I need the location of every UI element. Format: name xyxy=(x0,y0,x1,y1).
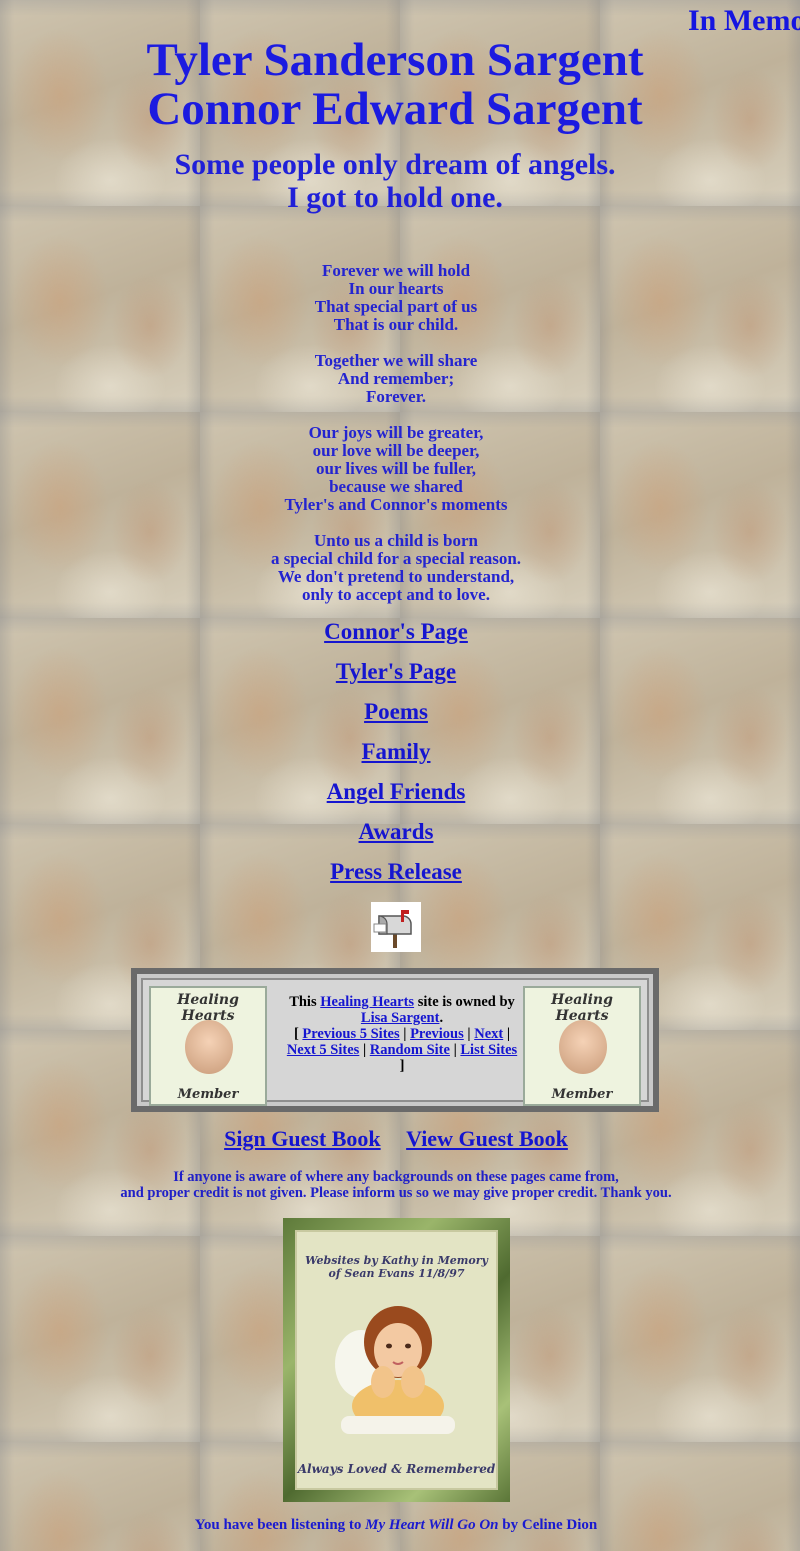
nav-link-family[interactable]: Family xyxy=(0,738,792,778)
ring-period: . xyxy=(439,1010,444,1026)
badge-member: Member xyxy=(177,1087,239,1102)
poem-line: because we shared xyxy=(329,477,463,496)
banner-caption-line-2: of Sean Evans 11/8/97 xyxy=(328,1267,465,1280)
banner-inner: Websites by Kathy in Memory of Sean Evan… xyxy=(295,1230,498,1490)
nav-link-angel-friends[interactable]: Angel Friends xyxy=(0,778,792,818)
ring-separator: | xyxy=(403,1026,407,1042)
ring-separator: | xyxy=(362,1042,367,1058)
nav-link-connors-page[interactable]: Connor's Page xyxy=(0,618,792,658)
poem-stanza: Together we will share And remember; For… xyxy=(0,352,792,406)
background-credit-notice: If anyone is aware of where any backgrou… xyxy=(0,1169,792,1201)
nav-link-tylers-page[interactable]: Tyler's Page xyxy=(0,658,792,698)
poem-line: a special child for a special reason. xyxy=(270,549,522,568)
poem-stanza: Forever we will hold In our hearts That … xyxy=(0,262,792,334)
view-guest-book-link[interactable]: View Guest Book xyxy=(406,1126,568,1151)
cherub-icon xyxy=(335,1306,455,1434)
poem-line: Unto us a child is born xyxy=(314,531,478,550)
ring-name-link[interactable]: Healing Hearts xyxy=(320,994,414,1010)
memorial-poem: Forever we will hold In our hearts That … xyxy=(0,262,792,622)
poem-line: And remember; xyxy=(337,369,455,388)
nav-link-poems[interactable]: Poems xyxy=(0,698,792,738)
ring-separator: | xyxy=(467,1026,471,1042)
healing-hearts-webring: Healing Hearts Member This Healing Heart… xyxy=(131,968,659,1112)
poem-stanza: Our joys will be greater, our love will … xyxy=(0,424,792,514)
nav-link-awards[interactable]: Awards xyxy=(0,818,792,858)
background-music-credit: You have been listening to My Heart Will… xyxy=(0,1517,792,1534)
sign-guest-book-link[interactable]: Sign Guest Book xyxy=(224,1126,381,1151)
ring-separator: | xyxy=(453,1042,457,1058)
guestbook-links: Sign Guest Book View Guest Book xyxy=(0,1126,792,1152)
poem-stanza: Unto us a child is born a special child … xyxy=(0,532,792,604)
song-title: My Heart Will Go On xyxy=(365,1517,499,1533)
motto-line-2: I got to hold one. xyxy=(287,181,503,214)
ring-prev-link[interactable]: Previous xyxy=(410,1026,464,1042)
badge-member: Member xyxy=(551,1087,613,1102)
poem-line: We don't pretend to understand, xyxy=(277,567,515,586)
healing-hearts-member-badge: Healing Hearts Member xyxy=(523,986,641,1106)
webring-panel: Healing Hearts Member This Healing Heart… xyxy=(141,978,649,1106)
webring-text: This Healing Hearts site is owned by Lis… xyxy=(275,994,529,1074)
credit-line-1: If anyone is aware of where any backgrou… xyxy=(173,1169,619,1185)
ring-text-owned: site is owned by xyxy=(417,994,515,1010)
websites-by-kathy-banner[interactable]: Websites by Kathy in Memory of Sean Evan… xyxy=(283,1218,510,1502)
poem-line: That special part of us xyxy=(314,297,478,316)
music-prefix: You have been listening to xyxy=(194,1517,362,1533)
ring-prev5-link[interactable]: Previous 5 Sites xyxy=(302,1026,399,1042)
banner-caption: Websites by Kathy in Memory of Sean Evan… xyxy=(297,1254,496,1280)
angel-motto: Some people only dream of angels. I got … xyxy=(0,148,790,214)
healing-hearts-member-badge: Healing Hearts Member xyxy=(149,986,267,1106)
ring-bracket-open: [ xyxy=(293,1026,299,1042)
mailbox-icon[interactable] xyxy=(371,902,421,952)
poem-line: That is our child. xyxy=(333,315,459,334)
baby-face-icon xyxy=(559,1020,607,1074)
name-connor: Connor Edward Sargent xyxy=(147,83,643,135)
ring-next-link[interactable]: Next xyxy=(474,1026,503,1042)
poem-line: In our hearts xyxy=(348,279,444,298)
marquee-text: In Memory xyxy=(688,4,800,37)
ring-random-link[interactable]: Random Site xyxy=(370,1042,450,1058)
banner-caption-line-1: Websites by Kathy in Memory xyxy=(305,1254,488,1267)
memorial-names: Tyler Sanderson Sargent Connor Edward Sa… xyxy=(0,36,790,134)
mailbox-graphic xyxy=(373,910,412,948)
poem-line: our lives will be fuller, xyxy=(315,459,477,478)
banner-footer: Always Loved & Remembered xyxy=(297,1462,496,1476)
nav-link-press-release[interactable]: Press Release xyxy=(0,858,792,898)
ring-bracket-close: ] xyxy=(399,1058,405,1074)
ring-separator: | xyxy=(506,1026,511,1042)
credit-line-2: and proper credit is not given. Please i… xyxy=(120,1185,672,1201)
baby-face-icon xyxy=(185,1020,233,1074)
music-artist: by Celine Dion xyxy=(502,1517,598,1533)
poem-line: Forever. xyxy=(366,387,426,406)
poem-line: our love will be deeper, xyxy=(312,441,480,460)
poem-line: only to accept and to love. xyxy=(302,585,490,604)
poem-line: Together we will share xyxy=(314,351,478,370)
ring-text-this: This xyxy=(289,994,317,1010)
ring-owner-link[interactable]: Lisa Sargent xyxy=(361,1010,440,1026)
name-tyler: Tyler Sanderson Sargent xyxy=(146,34,644,86)
poem-line: Our joys will be greater, xyxy=(308,423,484,442)
motto-line-1: Some people only dream of angels. xyxy=(174,148,616,181)
poem-line: Forever we will hold xyxy=(321,261,471,280)
ring-list-link[interactable]: List Sites xyxy=(460,1042,517,1058)
page-nav: Connor's Page Tyler's Page Poems Family … xyxy=(0,618,792,898)
in-memory-marquee: In Memory xyxy=(688,4,800,38)
poem-line: Tyler's and Connor's moments xyxy=(284,495,508,514)
ring-next5-link[interactable]: Next 5 Sites xyxy=(287,1042,360,1058)
